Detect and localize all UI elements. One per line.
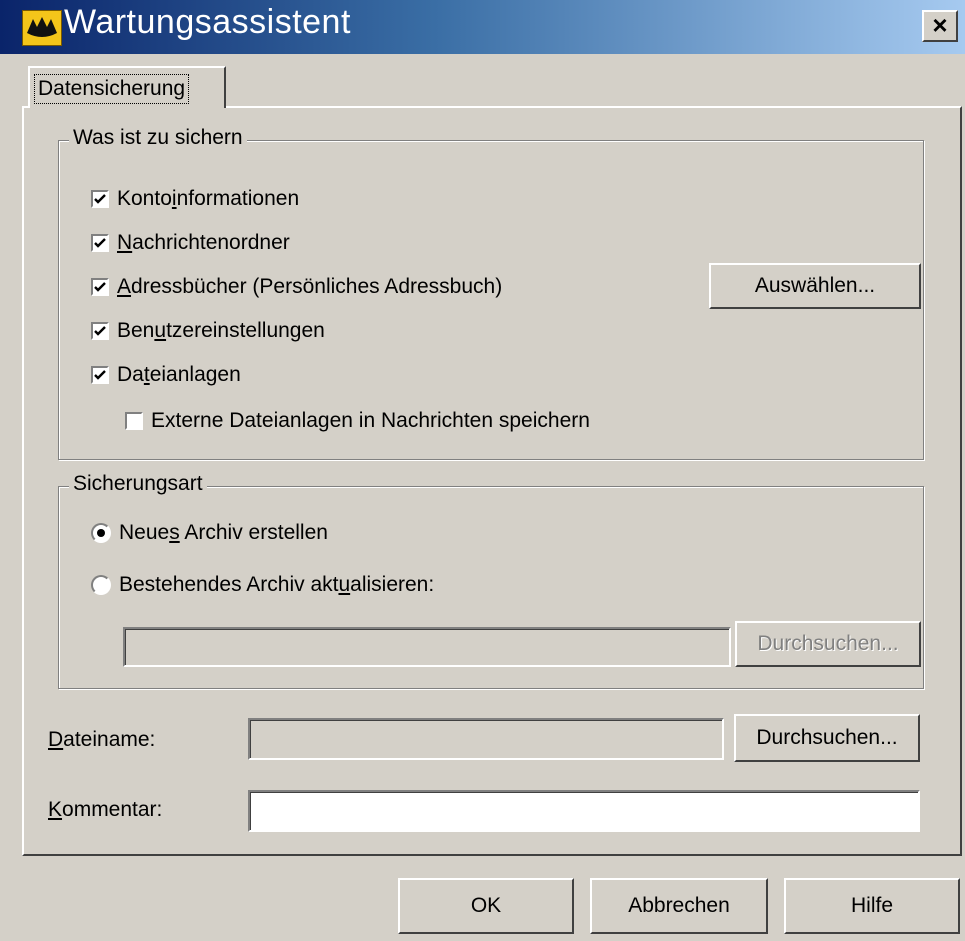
group-legend: Sicherungsart xyxy=(69,472,207,496)
checkbox-box[interactable] xyxy=(91,234,109,252)
checkbox-box[interactable] xyxy=(91,366,109,384)
checkbox-label: Dateianlagen xyxy=(117,363,241,386)
radio-label: Bestehendes Archiv aktualisieren: xyxy=(119,573,435,596)
checkbox-dateianlagen[interactable]: Dateianlagen xyxy=(91,363,241,387)
ok-button[interactable]: OK xyxy=(398,878,574,934)
checkbox-box[interactable] xyxy=(91,190,109,208)
window-title: Wartungsassistent xyxy=(64,3,351,41)
radio-button[interactable] xyxy=(91,523,111,543)
close-button[interactable]: × xyxy=(922,10,958,42)
radio-new-archive[interactable]: Neues Archiv erstellen xyxy=(91,521,328,545)
comment-label: Kommentar: xyxy=(48,798,163,821)
select-button[interactable]: Auswählen... xyxy=(709,263,921,309)
checkbox-box[interactable] xyxy=(125,412,143,430)
radio-label: Neues Archiv erstellen xyxy=(119,521,328,544)
checkbox-label: Kontoinformationen xyxy=(117,187,300,210)
archive-path-field[interactable] xyxy=(123,627,731,667)
checkbox-adressbuecher[interactable]: Adressbücher (Persönliches Adressbuch) xyxy=(91,275,502,299)
app-logo-icon xyxy=(22,10,62,46)
checkbox-box[interactable] xyxy=(91,278,109,296)
checkbox-nachrichtenordner[interactable]: Nachrichtenordner xyxy=(91,231,290,255)
title-bar: Wartungsassistent × xyxy=(0,0,965,54)
radio-update-archive[interactable]: Bestehendes Archiv aktualisieren: xyxy=(91,573,434,597)
checkbox-kontoinformationen[interactable]: Kontoinformationen xyxy=(91,187,299,211)
help-button[interactable]: Hilfe xyxy=(784,878,960,934)
filename-field[interactable] xyxy=(248,718,724,760)
tab-datensicherung[interactable]: Datensicherung xyxy=(28,66,226,108)
tab-label: Datensicherung xyxy=(34,74,190,104)
tab-panel: Was ist zu sichern Kontoinformationen Na… xyxy=(22,106,962,856)
checkbox-benutzereinstellungen[interactable]: Benutzereinstellungen xyxy=(91,319,325,343)
cancel-button[interactable]: Abbrechen xyxy=(590,878,768,934)
checkbox-label: Benutzereinstellungen xyxy=(117,319,325,342)
group-legend: Was ist zu sichern xyxy=(69,126,247,150)
checkbox-label: Externe Dateianlagen in Nachrichten spei… xyxy=(151,409,590,432)
comment-field[interactable] xyxy=(248,790,920,832)
group-backup-mode: Sicherungsart Neues Archiv erstellen Bes… xyxy=(58,472,924,689)
filename-label: Dateiname: xyxy=(48,728,156,751)
checkbox-label: Adressbücher (Persönliches Adressbuch) xyxy=(117,275,503,298)
browse-filename-button[interactable]: Durchsuchen... xyxy=(734,714,920,762)
checkbox-box[interactable] xyxy=(91,322,109,340)
radio-button[interactable] xyxy=(91,575,111,595)
group-what-to-backup: Was ist zu sichern Kontoinformationen Na… xyxy=(58,126,924,460)
checkbox-label: Nachrichtenordner xyxy=(117,231,290,254)
checkbox-externe-dateianlagen[interactable]: Externe Dateianlagen in Nachrichten spei… xyxy=(125,409,590,433)
browse-archive-button[interactable]: Durchsuchen... xyxy=(735,621,921,667)
